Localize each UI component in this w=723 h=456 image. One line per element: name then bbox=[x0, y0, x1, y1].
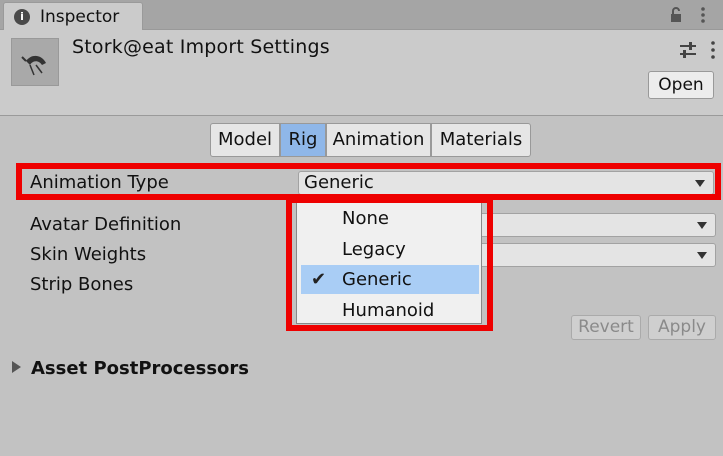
animation-type-label: Animation Type bbox=[30, 172, 169, 193]
option-none[interactable]: None bbox=[297, 204, 483, 233]
animation-type-popup: None Legacy ✔ Generic Humanoid bbox=[296, 202, 482, 324]
more-menu-icon[interactable] bbox=[694, 6, 712, 24]
chevron-down-icon bbox=[697, 252, 707, 259]
strip-bones-label: Strip Bones bbox=[30, 274, 134, 295]
stork-preview-icon bbox=[21, 55, 46, 76]
option-generic[interactable]: ✔ Generic bbox=[301, 265, 479, 294]
option-legacy[interactable]: Legacy bbox=[297, 235, 483, 264]
preset-sliders-icon[interactable] bbox=[678, 40, 698, 60]
inspector-tab-label: Inspector bbox=[40, 7, 120, 27]
animation-type-dropdown[interactable]: Generic bbox=[298, 171, 714, 195]
chevron-down-icon bbox=[695, 180, 705, 187]
inspector-tab[interactable]: i Inspector bbox=[3, 2, 143, 30]
window-tab-bar: i Inspector bbox=[0, 0, 723, 30]
page-title: Stork@eat Import Settings bbox=[72, 36, 330, 58]
asset-thumbnail bbox=[11, 38, 59, 86]
option-generic-label: Generic bbox=[342, 269, 412, 290]
tab-materials[interactable]: Materials bbox=[431, 123, 531, 157]
revert-button[interactable]: Revert bbox=[571, 315, 641, 340]
chevron-right-icon bbox=[12, 361, 21, 373]
skin-weights-label: Skin Weights bbox=[30, 244, 147, 265]
checkmark-icon: ✔ bbox=[311, 269, 327, 290]
lock-icon[interactable] bbox=[667, 6, 685, 24]
foldout-label: Asset PostProcessors bbox=[31, 358, 250, 379]
animation-type-value: Generic bbox=[304, 172, 374, 193]
tab-animation[interactable]: Animation bbox=[326, 123, 431, 157]
open-button[interactable]: Open bbox=[648, 71, 714, 99]
tab-rig[interactable]: Rig bbox=[280, 123, 326, 157]
avatar-definition-label: Avatar Definition bbox=[30, 214, 182, 235]
more-menu-icon[interactable] bbox=[703, 40, 723, 60]
apply-button[interactable]: Apply bbox=[648, 315, 716, 340]
tab-model[interactable]: Model bbox=[210, 123, 280, 157]
inspector-header: Stork@eat Import Settings Open bbox=[0, 30, 723, 116]
option-humanoid[interactable]: Humanoid bbox=[297, 296, 483, 325]
info-icon: i bbox=[14, 9, 30, 25]
chevron-down-icon bbox=[697, 222, 707, 229]
asset-postprocessors-foldout[interactable]: Asset PostProcessors bbox=[12, 358, 249, 379]
